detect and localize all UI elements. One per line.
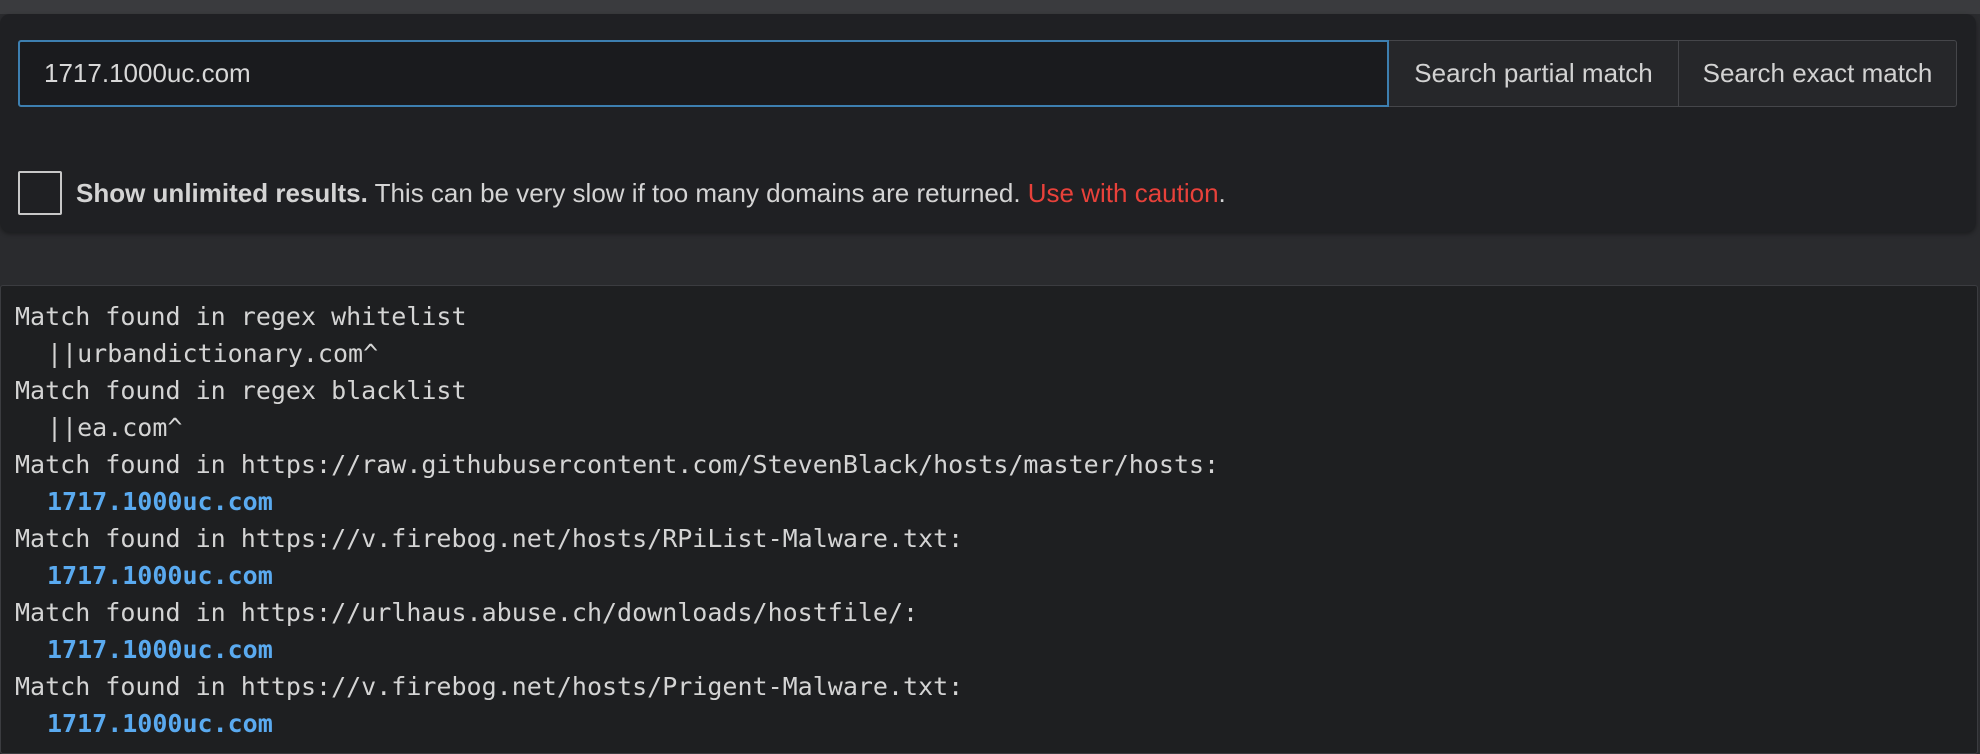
query-results-output: Match found in regex whitelist ||urbandi… [0,285,1978,754]
unlimited-results-checkbox[interactable] [18,171,62,215]
caution-period: . [1218,177,1226,208]
search-partial-match-button[interactable]: Search partial match [1389,40,1679,107]
unlimited-results-title: Show unlimited results. [76,177,368,208]
matched-domain: 1717.1000uc.com [47,635,273,664]
unlimited-results-warning: This can be very slow if too many domain… [367,177,1028,208]
unlimited-results-label: Show unlimited results. This can be very… [76,178,1226,209]
result-line: ||urbandictionary.com^ [47,339,379,368]
caution-text: Use with caution [1027,177,1219,208]
matched-domain: 1717.1000uc.com [47,561,273,590]
top-strip [0,0,1980,14]
search-panel: Search partial match Search exact match … [0,14,1976,232]
matched-domain: 1717.1000uc.com [47,487,273,516]
result-line: Match found in https://raw.githubusercon… [15,450,1220,479]
result-line: Match found in regex whitelist [15,302,467,331]
domain-search-input[interactable] [18,40,1389,107]
matched-domain: 1717.1000uc.com [47,709,273,738]
search-exact-match-button[interactable]: Search exact match [1679,40,1957,107]
result-line: Match found in regex blacklist [15,376,467,405]
unlimited-results-option: Show unlimited results. This can be very… [18,171,1226,215]
search-input-group: Search partial match Search exact match [18,40,1957,107]
result-line: ||ea.com^ [47,413,183,442]
result-line: Match found in https://v.firebog.net/hos… [15,524,964,553]
result-line: Match found in https://v.firebog.net/hos… [15,672,964,701]
result-line: Match found in https://urlhaus.abuse.ch/… [15,598,919,627]
